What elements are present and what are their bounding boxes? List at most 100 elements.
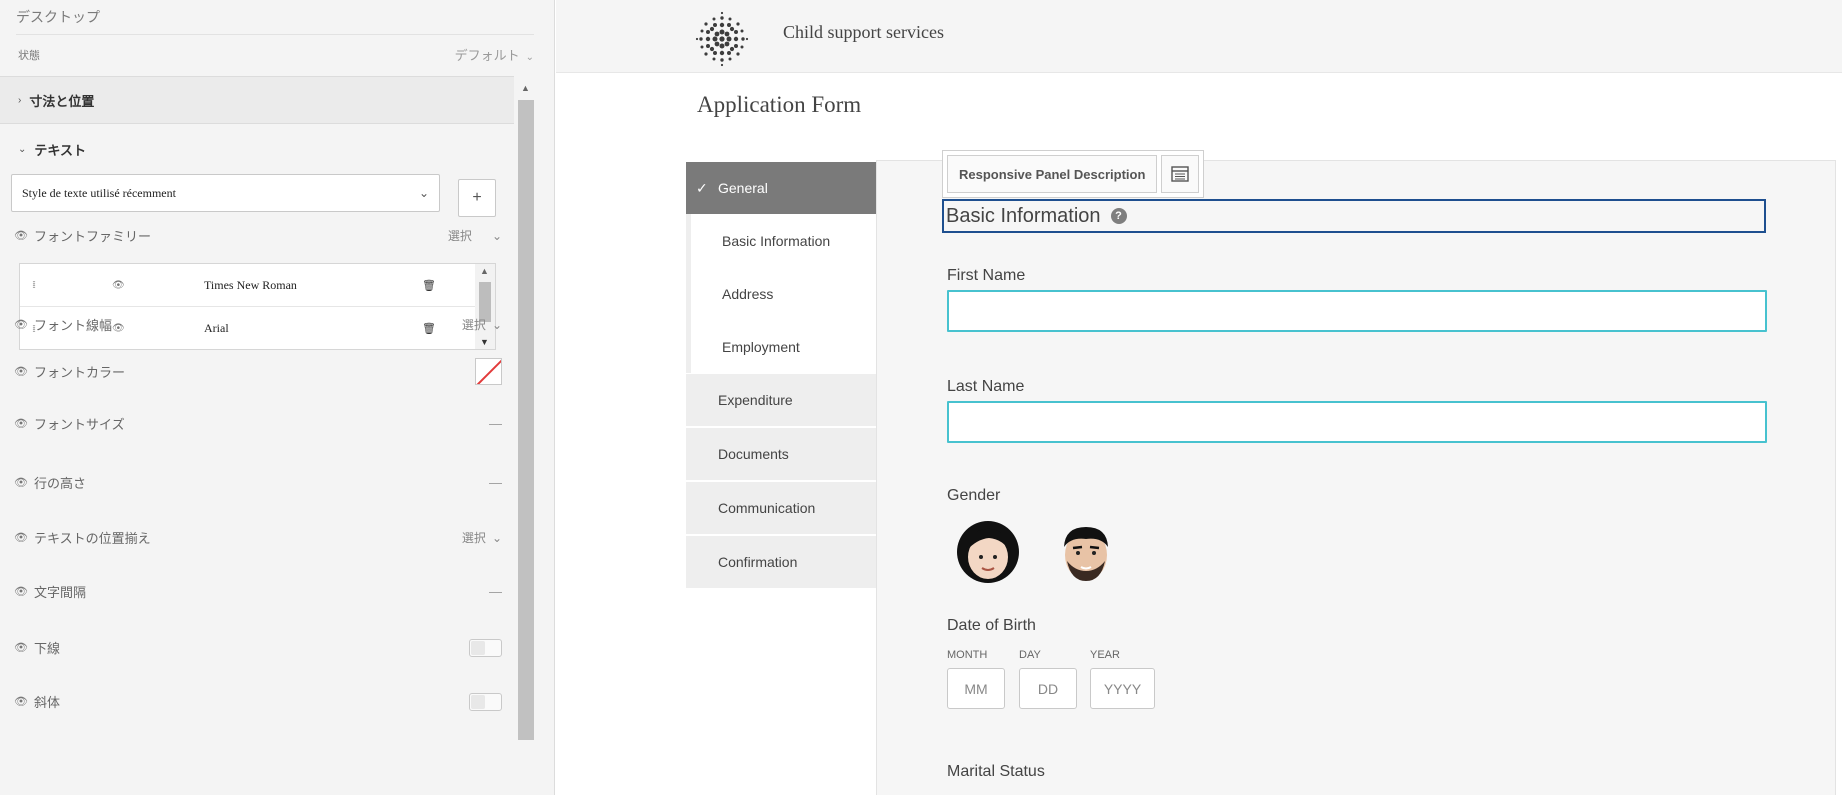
tab-address[interactable]: Address (686, 267, 876, 320)
line-height-label: 行の高さ (34, 476, 87, 491)
trash-icon[interactable]: 🗑 (422, 279, 436, 292)
tab-communication[interactable]: Communication (686, 481, 876, 534)
scroll-thumb[interactable] (518, 100, 534, 740)
tab-documents[interactable]: Documents (686, 427, 876, 480)
help-icon[interactable]: ? (1110, 208, 1127, 224)
chevron-down-icon: ⌄ (491, 228, 502, 243)
font-family-value: 選択 (447, 229, 472, 243)
properties-scroll-area: › 寸法と位置 ⌄ テキスト Style de texte utilisé ré… (0, 76, 516, 795)
eye-icon[interactable]: 👁 (14, 641, 28, 654)
month-input[interactable]: MM (947, 668, 1005, 709)
eye-icon[interactable]: 👁 (14, 695, 28, 708)
scroll-up-icon[interactable]: ▲ (521, 83, 530, 93)
text-style-value: Style de texte utilisé récemment (22, 185, 176, 200)
style-panel: デスクトップ 状態 デフォルト ⌄ › 寸法と位置 ⌄ テキスト Style d… (0, 0, 555, 795)
section-label: 寸法と位置 (29, 93, 95, 109)
text-align-value: 選択 (461, 531, 486, 545)
font-family-dropdown[interactable]: 選択 ⌄ (448, 227, 502, 244)
first-name-input[interactable] (947, 290, 1767, 332)
eye-icon[interactable]: 👁 (14, 318, 28, 331)
scroll-down-icon[interactable]: ▼ (480, 337, 489, 347)
eye-icon[interactable]: 👁 (14, 585, 28, 598)
color-swatch[interactable] (475, 358, 502, 385)
tab-label: Expenditure (718, 392, 793, 408)
last-name-label: Last Name (947, 378, 1025, 395)
last-name-input[interactable] (947, 401, 1767, 443)
first-name-label: First Name (947, 267, 1026, 284)
responsive-panel-button[interactable]: Responsive Panel Description (947, 155, 1158, 193)
letter-spacing-row: 👁 文字間隔 — (14, 582, 502, 601)
logo-icon (695, 11, 749, 67)
tab-basic-information[interactable]: Basic Information (686, 214, 876, 267)
eye-icon[interactable]: 👁 (14, 417, 28, 430)
state-label: 状態 (18, 50, 40, 62)
eye-icon[interactable]: 👁 (14, 229, 28, 242)
italic-toggle[interactable] (469, 692, 502, 711)
line-height-value[interactable]: — (489, 475, 502, 490)
female-avatar-icon[interactable] (953, 517, 1023, 587)
font-name: Times New Roman (204, 277, 297, 292)
font-list-scrollbar[interactable]: ▲ ▼ (475, 264, 495, 349)
panel-layout-icon (1171, 166, 1190, 182)
chevron-down-icon: ⌄ (525, 52, 534, 63)
panel-scrollbar[interactable]: ▲ (516, 80, 536, 795)
form-title: Application Form (697, 92, 862, 117)
tab-label: Confirmation (718, 554, 798, 570)
tab-employment[interactable]: Employment (686, 320, 876, 373)
marital-status-label: Marital Status (947, 763, 1045, 780)
scroll-up-icon[interactable]: ▲ (480, 266, 489, 276)
divider (876, 587, 877, 795)
font-weight-row: 👁 フォント線幅 選択 ⌄ (14, 315, 502, 334)
font-family-row: 👁 フォントファミリー 選択 ⌄ (14, 226, 502, 245)
tab-expenditure[interactable]: Expenditure (686, 373, 876, 426)
tab-label: Employment (722, 338, 800, 355)
section-text[interactable]: ⌄ テキスト (0, 126, 514, 172)
line-height-row: 👁 行の高さ — (14, 473, 502, 492)
text-style-select[interactable]: Style de texte utilisé récemment ⌄ (11, 174, 440, 212)
font-size-label: フォントサイズ (34, 417, 125, 432)
tab-label: Address (722, 285, 774, 302)
italic-row: 👁 斜体 (14, 692, 502, 711)
tab-label: Basic Information (722, 232, 831, 249)
font-size-value[interactable]: — (489, 416, 502, 431)
underline-label: 下線 (34, 641, 61, 656)
tab-label: General (718, 180, 768, 196)
text-align-dropdown[interactable]: 選択 ⌄ (462, 529, 502, 546)
text-align-label: テキストの位置揃え (34, 531, 151, 546)
eye-icon[interactable]: 👁 (14, 476, 28, 489)
font-weight-value: 選択 (461, 318, 486, 332)
panel-title[interactable]: Basic Information ? (942, 199, 1766, 233)
month-label: MONTH (947, 649, 988, 661)
drag-handle-icon[interactable]: ⁞⁞ (32, 279, 36, 291)
divider (16, 34, 534, 35)
section-size-position[interactable]: › 寸法と位置 (0, 76, 514, 124)
font-weight-label: フォント線幅 (34, 318, 113, 333)
state-value: デフォルト (454, 48, 520, 63)
eye-icon[interactable]: 👁 (112, 280, 125, 291)
chevron-down-icon: ⌄ (491, 530, 502, 545)
font-color-row: 👁 フォントカラー (14, 358, 502, 385)
panel-settings-button[interactable] (1161, 155, 1200, 193)
eye-icon[interactable]: 👁 (14, 531, 28, 544)
eye-icon[interactable]: 👁 (14, 365, 28, 378)
component-toolbar: Responsive Panel Description (942, 150, 1205, 198)
underline-toggle[interactable] (469, 638, 502, 657)
day-label: DAY (1019, 649, 1041, 661)
chevron-down-icon: ⌄ (418, 185, 429, 200)
day-input[interactable]: DD (1019, 668, 1077, 709)
letter-spacing-value[interactable]: — (489, 584, 502, 599)
dob-label: Date of Birth (947, 617, 1036, 634)
site-header: Child support services (556, 0, 1842, 73)
male-avatar-icon[interactable] (1051, 517, 1121, 587)
letter-spacing-label: 文字間隔 (34, 585, 87, 600)
nav-bottom-space (686, 587, 876, 795)
site-title[interactable]: Child support services (783, 22, 944, 43)
state-dropdown[interactable]: デフォルト ⌄ (455, 45, 534, 64)
tab-general[interactable]: ✓ General (686, 161, 876, 214)
add-style-button[interactable]: + (458, 179, 496, 217)
tab-label: Communication (718, 500, 816, 516)
font-list-item[interactable]: ⁞⁞ 👁 Times New Roman 🗑 (20, 264, 475, 307)
font-weight-dropdown[interactable]: 選択 ⌄ (462, 316, 502, 333)
tab-confirmation[interactable]: Confirmation (686, 535, 876, 588)
year-input[interactable]: YYYY (1090, 668, 1155, 709)
